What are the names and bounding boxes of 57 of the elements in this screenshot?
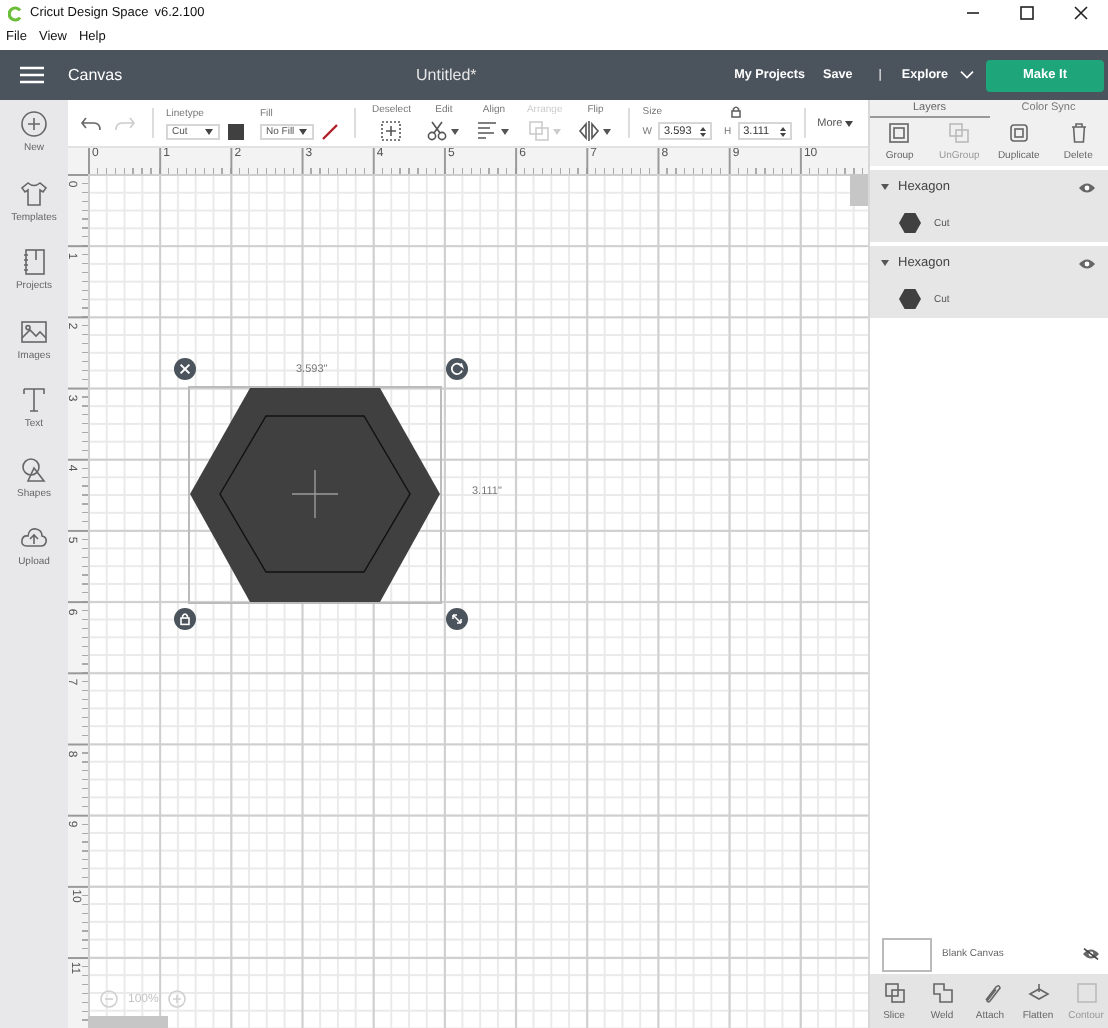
- notebook-icon[interactable]: [20, 248, 48, 276]
- eye-icon[interactable]: [1078, 257, 1096, 269]
- app-logo-icon: [8, 5, 24, 21]
- trash-icon[interactable]: [1067, 122, 1090, 144]
- flatten-icon[interactable]: [1027, 981, 1049, 1003]
- duplicate-icon[interactable]: [1007, 122, 1030, 144]
- cloud-upload-icon[interactable]: [20, 524, 48, 552]
- section-title: Canvas: [68, 66, 123, 84]
- scrollbar-thumb[interactable]: [88, 1016, 168, 1028]
- weld-icon[interactable]: [931, 981, 953, 1003]
- no-fill-icon[interactable]: [322, 123, 338, 139]
- caret-icon: [551, 127, 562, 135]
- deselect-icon[interactable]: [380, 120, 403, 142]
- eye-hidden-icon[interactable]: [1082, 948, 1100, 960]
- caret-icon: [500, 127, 511, 135]
- contour-icon: [1075, 981, 1097, 1003]
- canvas-swatch[interactable]: [882, 937, 932, 971]
- close-icon[interactable]: [1074, 6, 1088, 20]
- image-icon[interactable]: [20, 317, 48, 345]
- slice-icon[interactable]: [883, 981, 905, 1003]
- text-tool-icon[interactable]: [20, 386, 48, 414]
- minimize-icon[interactable]: [966, 6, 980, 20]
- group-icon[interactable]: [888, 122, 911, 144]
- new-icon[interactable]: [20, 110, 48, 138]
- document-title: Untitled*: [416, 66, 477, 84]
- scrollbar-thumb[interactable]: [850, 174, 868, 206]
- hexagon-thumbnail-icon: [898, 288, 922, 310]
- menu-icon[interactable]: [20, 66, 44, 84]
- caret-down-icon[interactable]: [880, 182, 890, 192]
- arrange-icon: [527, 120, 550, 142]
- chevron-down-icon[interactable]: [960, 70, 974, 80]
- paperclip-icon[interactable]: [979, 981, 1001, 1003]
- undo-icon[interactable]: [80, 114, 102, 132]
- caret-down-icon[interactable]: [880, 258, 890, 268]
- spinner-icon: [779, 125, 786, 137]
- crosshair-icon: [291, 469, 339, 519]
- flip-icon[interactable]: [578, 120, 601, 142]
- resize-handle-icon[interactable]: [446, 608, 468, 630]
- caret-icon: [602, 127, 613, 135]
- hexagon-thumbnail-icon: [898, 212, 922, 234]
- scissors-icon[interactable]: [426, 120, 449, 142]
- rotate-handle-icon[interactable]: [446, 358, 468, 380]
- shapes-icon[interactable]: [20, 455, 48, 483]
- caret-icon: [204, 127, 214, 135]
- spinner-icon: [699, 125, 706, 137]
- color-swatch[interactable]: [228, 123, 244, 139]
- ungroup-icon: [948, 122, 971, 144]
- caret-icon: [844, 119, 855, 127]
- caret-icon: [450, 127, 461, 135]
- caret-icon: [298, 127, 308, 135]
- t-shirt-icon[interactable]: [20, 179, 48, 207]
- lock-handle-icon[interactable]: [174, 608, 196, 630]
- close-handle-icon[interactable]: [174, 358, 196, 380]
- maximize-icon[interactable]: [1020, 6, 1034, 20]
- eye-icon[interactable]: [1078, 181, 1096, 193]
- align-icon[interactable]: [476, 120, 499, 142]
- lock-icon[interactable]: [730, 106, 743, 118]
